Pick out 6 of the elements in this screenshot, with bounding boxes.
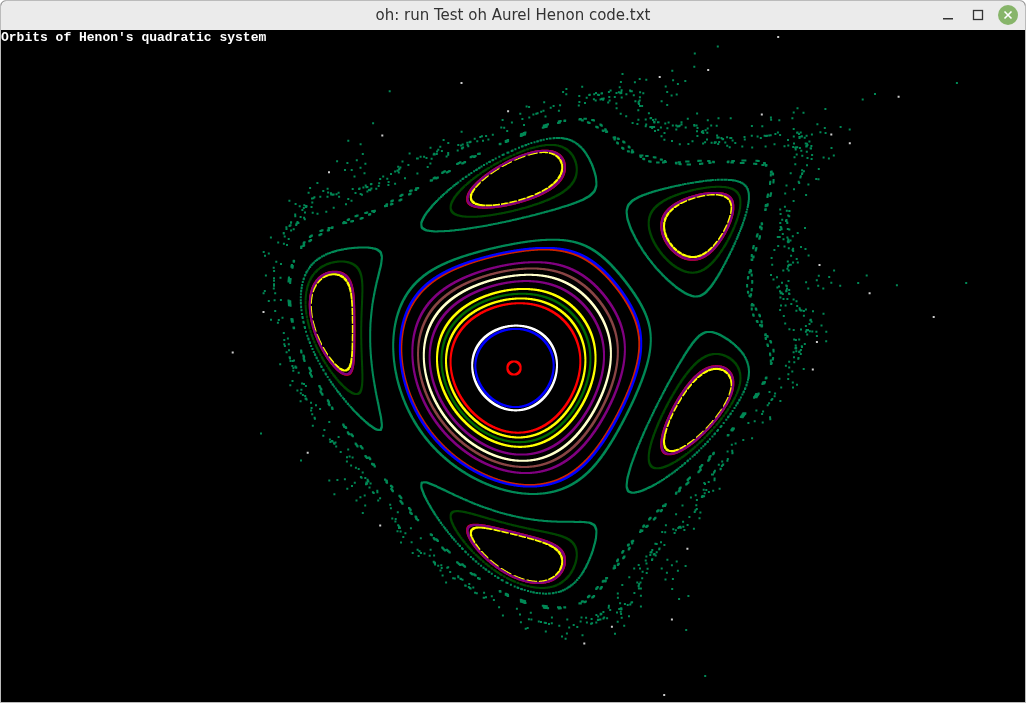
close-icon	[998, 5, 1018, 25]
window-title: oh: run Test oh Aurel Henon code.txt	[375, 5, 651, 27]
plot-title: Orbits of Henon's quadratic system	[1, 30, 267, 46]
minimize-icon	[943, 18, 953, 20]
close-button[interactable]	[997, 4, 1019, 26]
maximize-icon	[972, 9, 984, 21]
